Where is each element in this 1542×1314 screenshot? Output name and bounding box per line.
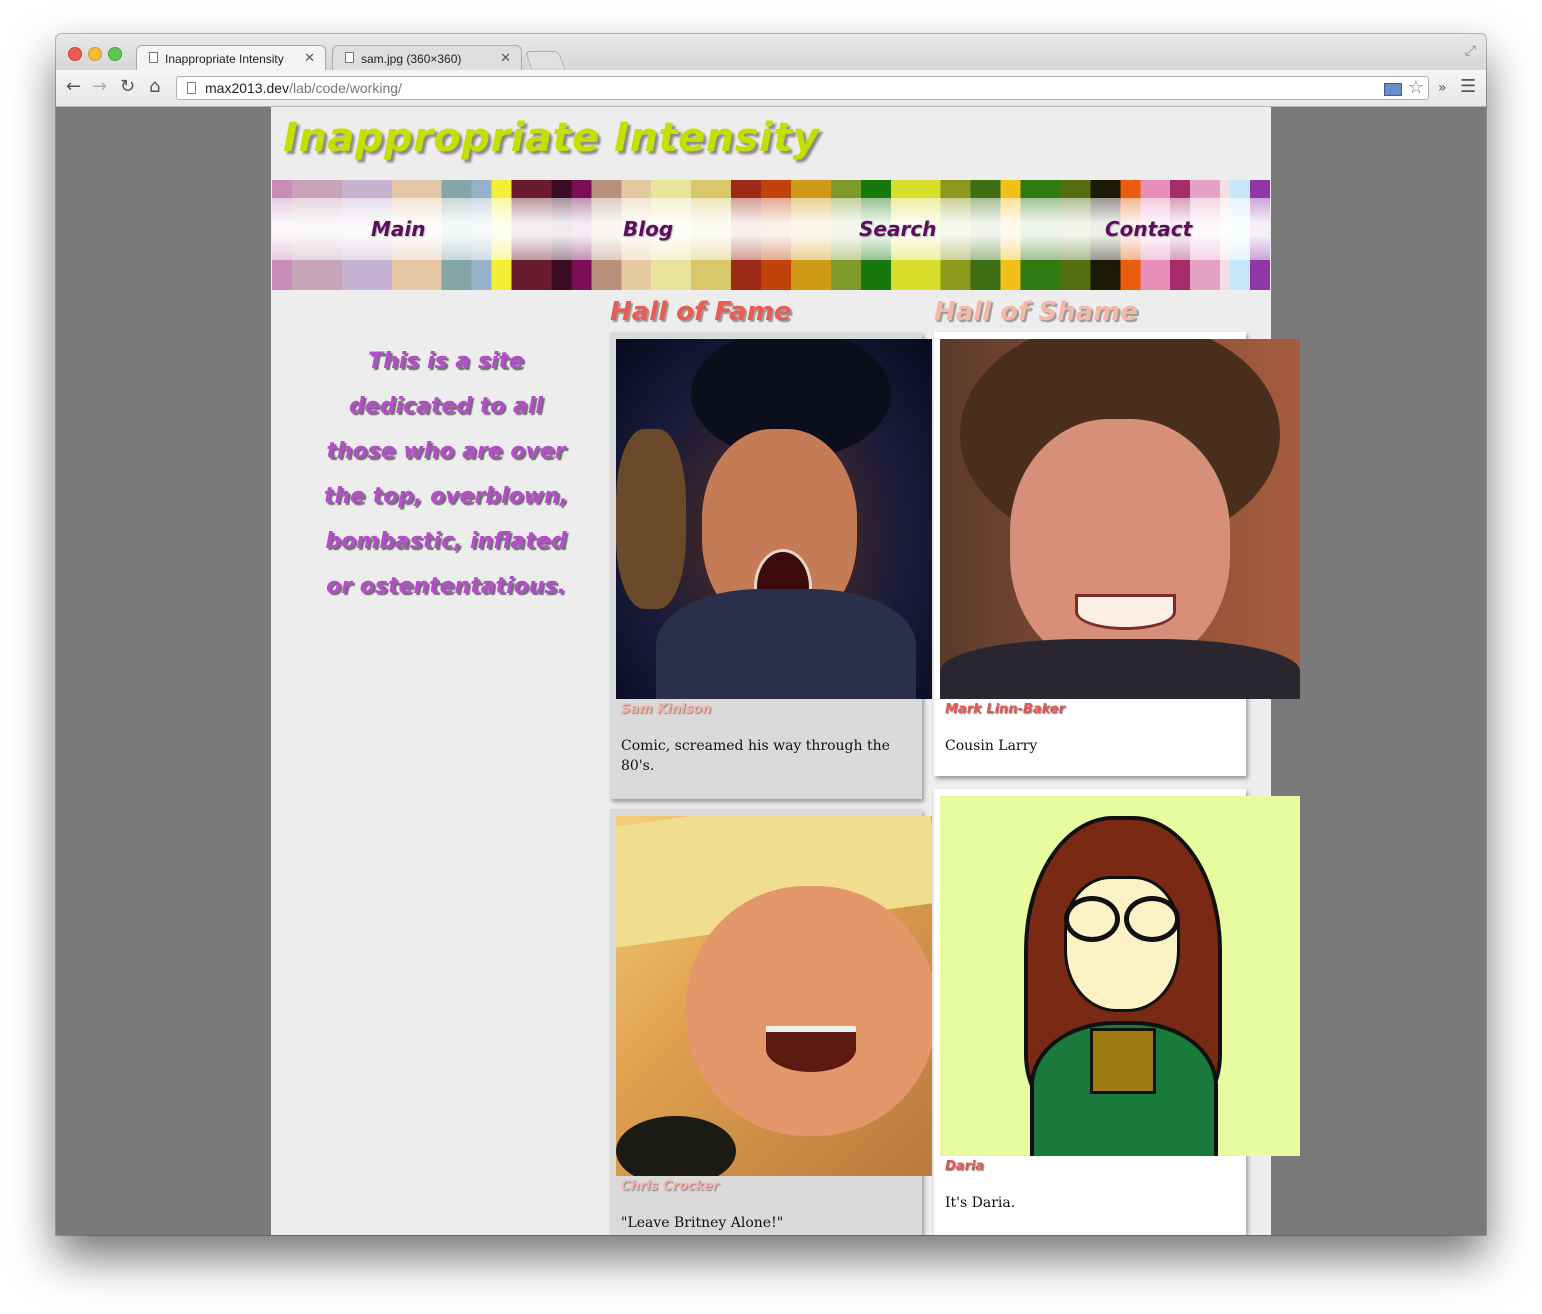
face-shape [686, 886, 932, 1136]
portrait-image [616, 339, 932, 699]
site-title: Inappropriate Intensity [283, 115, 820, 161]
hall-of-shame-heading: Hall of Shame [934, 297, 1138, 327]
tab-label: sam.jpg (360×360) [361, 52, 462, 66]
fullscreen-icon[interactable]: ⤢ [1465, 43, 1476, 59]
page-icon [345, 52, 354, 63]
tab-strip: Inappropriate Intensity ✕ sam.jpg (360×3… [56, 34, 1486, 70]
back-icon[interactable]: ← [66, 78, 81, 96]
card-description: Cousin Larry [945, 738, 1038, 754]
card-name: Mark Linn-Baker [945, 702, 1066, 717]
close-tab-icon[interactable]: ✕ [500, 50, 511, 66]
nav-main[interactable]: Main [371, 217, 426, 241]
fame-card-sam-kinison: Sam Kinison Comic, screamed his way thro… [610, 332, 932, 799]
forward-icon[interactable]: → [92, 78, 107, 96]
scarf-shape [656, 589, 916, 699]
card-name: Sam Kinison [621, 702, 712, 717]
mouth-shape [766, 1026, 856, 1072]
smile-shape [1075, 594, 1176, 630]
zoom-window-button[interactable] [108, 47, 122, 61]
browser-window: Inappropriate Intensity ✕ sam.jpg (360×3… [56, 34, 1486, 1235]
portrait-image [940, 796, 1300, 1156]
tab-inappropriate-intensity[interactable]: Inappropriate Intensity ✕ [136, 45, 326, 70]
browser-toolbar: ← → ↻ ⌂ max2013.dev/lab/code/working/ ☆ … [56, 70, 1486, 107]
page-viewport: Inappropriate Intensity Main Blog Search… [56, 107, 1486, 1235]
card-description: It's Daria. [945, 1195, 1016, 1211]
fame-card-chris-crocker: Chris Crocker "Leave Britney Alone!" [610, 809, 932, 1235]
glasses-right-shape [1124, 896, 1180, 942]
url-host: max2013.dev [205, 80, 290, 96]
html5-icon[interactable] [1384, 83, 1402, 96]
tab-sam-jpg[interactable]: sam.jpg (360×360) ✕ [332, 45, 522, 70]
reload-icon[interactable]: ↻ [120, 78, 135, 96]
menu-icon[interactable]: ☰ [1460, 78, 1476, 96]
overflow-icon[interactable]: » [1438, 79, 1447, 97]
page-icon [187, 82, 196, 94]
jacket-shape [940, 639, 1300, 699]
address-url[interactable]: max2013.dev/lab/code/working/ [205, 80, 402, 96]
nav-search[interactable]: Search [859, 217, 936, 241]
page-icon [149, 52, 158, 63]
main-nav: Main Blog Search Contact [272, 180, 1270, 290]
shame-card-mark-linn-baker: Mark Linn-Baker Cousin Larry [934, 332, 1300, 776]
close-window-button[interactable] [68, 47, 82, 61]
glasses-left-shape [1064, 896, 1120, 942]
collar-shape [616, 1116, 736, 1176]
url-path: /lab/code/working/ [289, 80, 402, 96]
card-name: Chris Crocker [621, 1179, 719, 1194]
shame-card-daria: Daria It's Daria. [934, 789, 1300, 1235]
nav-blog[interactable]: Blog [623, 217, 673, 241]
hair-shape [616, 429, 686, 609]
tab-label: Inappropriate Intensity [165, 52, 284, 66]
site-page: Inappropriate Intensity Main Blog Search… [271, 107, 1300, 1235]
card-description: "Leave Britney Alone!" [621, 1215, 784, 1231]
face-shape [1064, 876, 1180, 1012]
new-tab-button[interactable] [524, 51, 566, 69]
close-tab-icon[interactable]: ✕ [304, 50, 315, 66]
hall-of-fame-heading: Hall of Fame [610, 297, 792, 327]
portrait-image [940, 339, 1300, 699]
home-icon[interactable]: ⌂ [149, 78, 160, 96]
minimize-window-button[interactable] [88, 47, 102, 61]
card-name: Daria [945, 1159, 985, 1174]
star-icon[interactable]: ☆ [1408, 77, 1424, 98]
face-shape [1010, 419, 1230, 669]
address-bar[interactable]: max2013.dev/lab/code/working/ ☆ [176, 76, 1429, 100]
site-intro: This is a site dedicated to all those wh… [323, 349, 569, 599]
shirt-shape [1090, 1028, 1156, 1094]
portrait-image [616, 816, 932, 1176]
nav-contact[interactable]: Contact [1105, 217, 1192, 241]
card-description: Comic, screamed his way through the 80's… [621, 738, 890, 774]
